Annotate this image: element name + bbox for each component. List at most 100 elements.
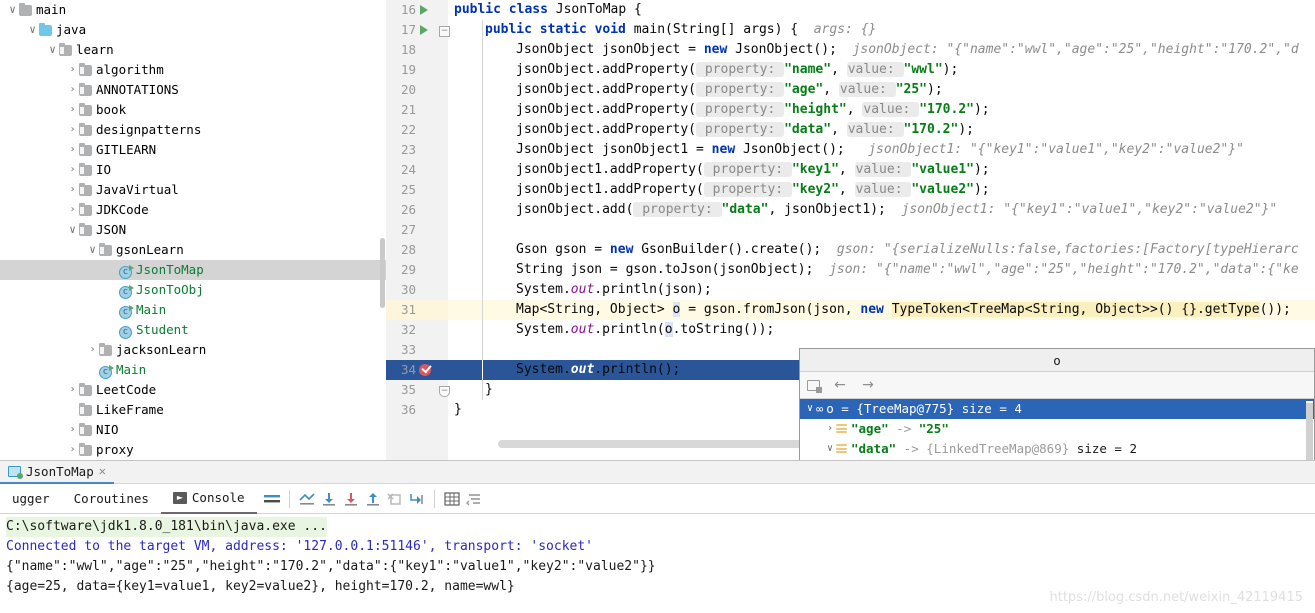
var-row[interactable]: › "age" -> "25" — [800, 419, 1314, 439]
tree-item-gsonlearn[interactable]: ∨ gsonLearn — [0, 240, 386, 260]
chevron-right-icon[interactable]: › — [66, 420, 79, 440]
code-text[interactable]: Gson gson = new GsonBuilder().create(); … — [448, 240, 1299, 260]
code-text[interactable]: JsonObject jsonObject1 = new JsonObject(… — [448, 140, 1244, 160]
tree-item-io[interactable]: › IO — [0, 160, 386, 180]
code-line-29[interactable]: 29 String json = gson.toJson(jsonObject);… — [386, 260, 1315, 280]
code-line-17[interactable]: 17− public static void main(String[] args… — [386, 20, 1315, 40]
code-text[interactable]: System.out.println(); — [448, 360, 680, 380]
run-gutter-icon[interactable] — [420, 5, 428, 15]
code-text[interactable]: } — [448, 400, 462, 420]
tree-item-main[interactable]: ∨ main — [0, 0, 386, 20]
copy-value-icon[interactable] — [807, 379, 822, 393]
chevron-right-icon[interactable]: › — [824, 419, 836, 439]
code-text[interactable]: jsonObject1.addProperty( property: "key2… — [448, 180, 990, 200]
var-row[interactable]: ∨ ∞ o = {TreeMap@775} size = 4 — [800, 399, 1314, 419]
chevron-right-icon[interactable]: › — [66, 100, 79, 120]
code-line-23[interactable]: 23 JsonObject jsonObject1 = new JsonObjec… — [386, 140, 1315, 160]
var-row[interactable]: ∨ "data" -> {LinkedTreeMap@869} size = 2 — [800, 439, 1314, 459]
chevron-right-icon[interactable]: › — [66, 380, 79, 400]
close-tab-icon[interactable] — [384, 488, 406, 510]
chevron-right-icon[interactable]: › — [66, 440, 79, 460]
code-line-24[interactable]: 24 jsonObject1.addProperty( property: "ke… — [386, 160, 1315, 180]
tree-item-jsontomap[interactable]: c JsonToMap — [0, 260, 386, 280]
code-line-30[interactable]: 30 System.out.println(json); — [386, 280, 1315, 300]
code-text[interactable]: jsonObject.addProperty( property: "age",… — [448, 80, 943, 100]
chevron-down-icon[interactable]: ∨ — [46, 40, 59, 60]
vars-popup-toolbar[interactable]: ← → — [800, 372, 1314, 399]
tree-item-algorithm[interactable]: › algorithm — [0, 60, 386, 80]
chevron-down-icon[interactable]: ∨ — [66, 220, 79, 240]
back-arrow-icon[interactable]: ← — [832, 377, 848, 393]
filter-icon[interactable] — [463, 488, 485, 510]
code-line-19[interactable]: 19 jsonObject.addProperty( property: "nam… — [386, 60, 1315, 80]
code-line-32[interactable]: 32 System.out.println(o.toString()); — [386, 320, 1315, 340]
tree-item-jsontoobj[interactable]: c JsonToObj — [0, 280, 386, 300]
chevron-down-icon[interactable]: ∨ — [6, 0, 19, 20]
step-up-icon[interactable] — [362, 488, 384, 510]
tree-item-java[interactable]: ∨ java — [0, 20, 386, 40]
code-text[interactable]: jsonObject.add( property: "data", jsonOb… — [448, 200, 1277, 220]
chevron-right-icon[interactable]: › — [66, 120, 79, 140]
chevron-down-icon[interactable]: ∨ — [804, 399, 816, 419]
run-tab-jsontomap[interactable]: JsonToMap ✕ — [0, 461, 114, 484]
tab-debugger[interactable]: ugger — [0, 484, 62, 514]
tree-item-leetcode[interactable]: › LeetCode — [0, 380, 386, 400]
project-tree-scrollbar[interactable] — [380, 238, 385, 308]
chevron-right-icon[interactable]: › — [66, 160, 79, 180]
table-view-icon[interactable] — [441, 488, 463, 510]
step-down-red-icon[interactable] — [340, 488, 362, 510]
tree-item-gitlearn[interactable]: › GITLEARN — [0, 140, 386, 160]
code-line-16[interactable]: 16 public class JsonToMap { — [386, 0, 1315, 20]
chevron-right-icon[interactable]: › — [66, 140, 79, 160]
tree-item-likeframe[interactable]: LikeFrame — [0, 400, 386, 420]
tree-item-jacksonlearn[interactable]: › jacksonLearn — [0, 340, 386, 360]
run-gutter-icon[interactable] — [420, 25, 428, 35]
code-text[interactable]: jsonObject.addProperty( property: "name"… — [448, 60, 958, 80]
editor-horizontal-scrollbar[interactable] — [498, 440, 803, 448]
code-line-28[interactable]: 28 Gson gson = new GsonBuilder().create()… — [386, 240, 1315, 260]
project-tree-list[interactable]: ∨ main ∨ java ∨ learn › algorithm › ANNOTATIONS › b… — [0, 0, 386, 460]
debugger-toolbar[interactable]: ugger Coroutines ► Console — [0, 484, 1315, 514]
code-text[interactable]: jsonObject1.addProperty( property: "key1… — [448, 160, 990, 180]
chevron-right-icon[interactable]: › — [66, 200, 79, 220]
tree-item-nio[interactable]: › NIO — [0, 420, 386, 440]
code-line-21[interactable]: 21 jsonObject.addProperty( property: "hei… — [386, 100, 1315, 120]
tree-item-student[interactable]: c Student — [0, 320, 386, 340]
code-line-27[interactable]: 27 — [386, 220, 1315, 240]
tree-item-jdkcode[interactable]: › JDKCode — [0, 200, 386, 220]
code-text[interactable]: System.out.println(json); — [448, 280, 712, 300]
jump-to-cursor-icon[interactable] — [406, 488, 428, 510]
tree-item-main[interactable]: c Main — [0, 360, 386, 380]
code-text[interactable]: jsonObject.addProperty( property: "data"… — [448, 120, 974, 140]
code-line-31[interactable]: 31 Map<String, Object> o = gson.fromJson(… — [386, 300, 1315, 320]
soft-wrap-icon[interactable] — [261, 488, 283, 510]
chevron-right-icon[interactable]: › — [66, 180, 79, 200]
close-icon[interactable]: ✕ — [99, 464, 106, 478]
tree-item-annotations[interactable]: › ANNOTATIONS — [0, 80, 386, 100]
code-text[interactable]: public class JsonToMap { — [448, 0, 642, 20]
breakpoint-icon[interactable] — [419, 364, 431, 376]
code-line-18[interactable]: 18 JsonObject jsonObject = new JsonObject… — [386, 40, 1315, 60]
code-text[interactable]: jsonObject.addProperty( property: "heigh… — [448, 100, 990, 120]
chevron-right-icon[interactable]: › — [66, 80, 79, 100]
code-line-25[interactable]: 25 jsonObject1.addProperty( property: "ke… — [386, 180, 1315, 200]
code-text[interactable]: } — [448, 380, 493, 400]
tree-item-learn[interactable]: ∨ learn — [0, 40, 386, 60]
code-text[interactable]: Map<String, Object> o = gson.fromJson(js… — [448, 300, 1291, 320]
project-tree-panel[interactable]: ∨ main ∨ java ∨ learn › algorithm › ANNOTATIONS › b… — [0, 0, 386, 460]
tab-console[interactable]: ► Console — [160, 484, 257, 514]
console-output[interactable]: C:\software\jdk1.8.0_181\bin\java.exe ..… — [0, 514, 1315, 597]
scroll-to-end-icon[interactable] — [296, 488, 318, 510]
chevron-right-icon[interactable]: › — [66, 60, 79, 80]
code-line-22[interactable]: 22 jsonObject.addProperty( property: "dat… — [386, 120, 1315, 140]
code-text[interactable]: JsonObject jsonObject = new JsonObject()… — [448, 40, 1299, 60]
run-debug-panel[interactable]: JsonToMap ✕ ugger Coroutines ► Console C… — [0, 460, 1315, 613]
code-line-20[interactable]: 20 jsonObject.addProperty( property: "age… — [386, 80, 1315, 100]
tab-coroutines[interactable]: Coroutines — [62, 484, 161, 514]
tree-item-proxy[interactable]: › proxy — [0, 440, 386, 460]
tree-item-designpatterns[interactable]: › designpatterns — [0, 120, 386, 140]
chevron-down-icon[interactable]: ∨ — [26, 20, 39, 40]
step-down-icon[interactable] — [318, 488, 340, 510]
tree-item-javavirtual[interactable]: › JavaVirtual — [0, 180, 386, 200]
code-text[interactable]: public static void main(String[] args) {… — [448, 20, 876, 40]
